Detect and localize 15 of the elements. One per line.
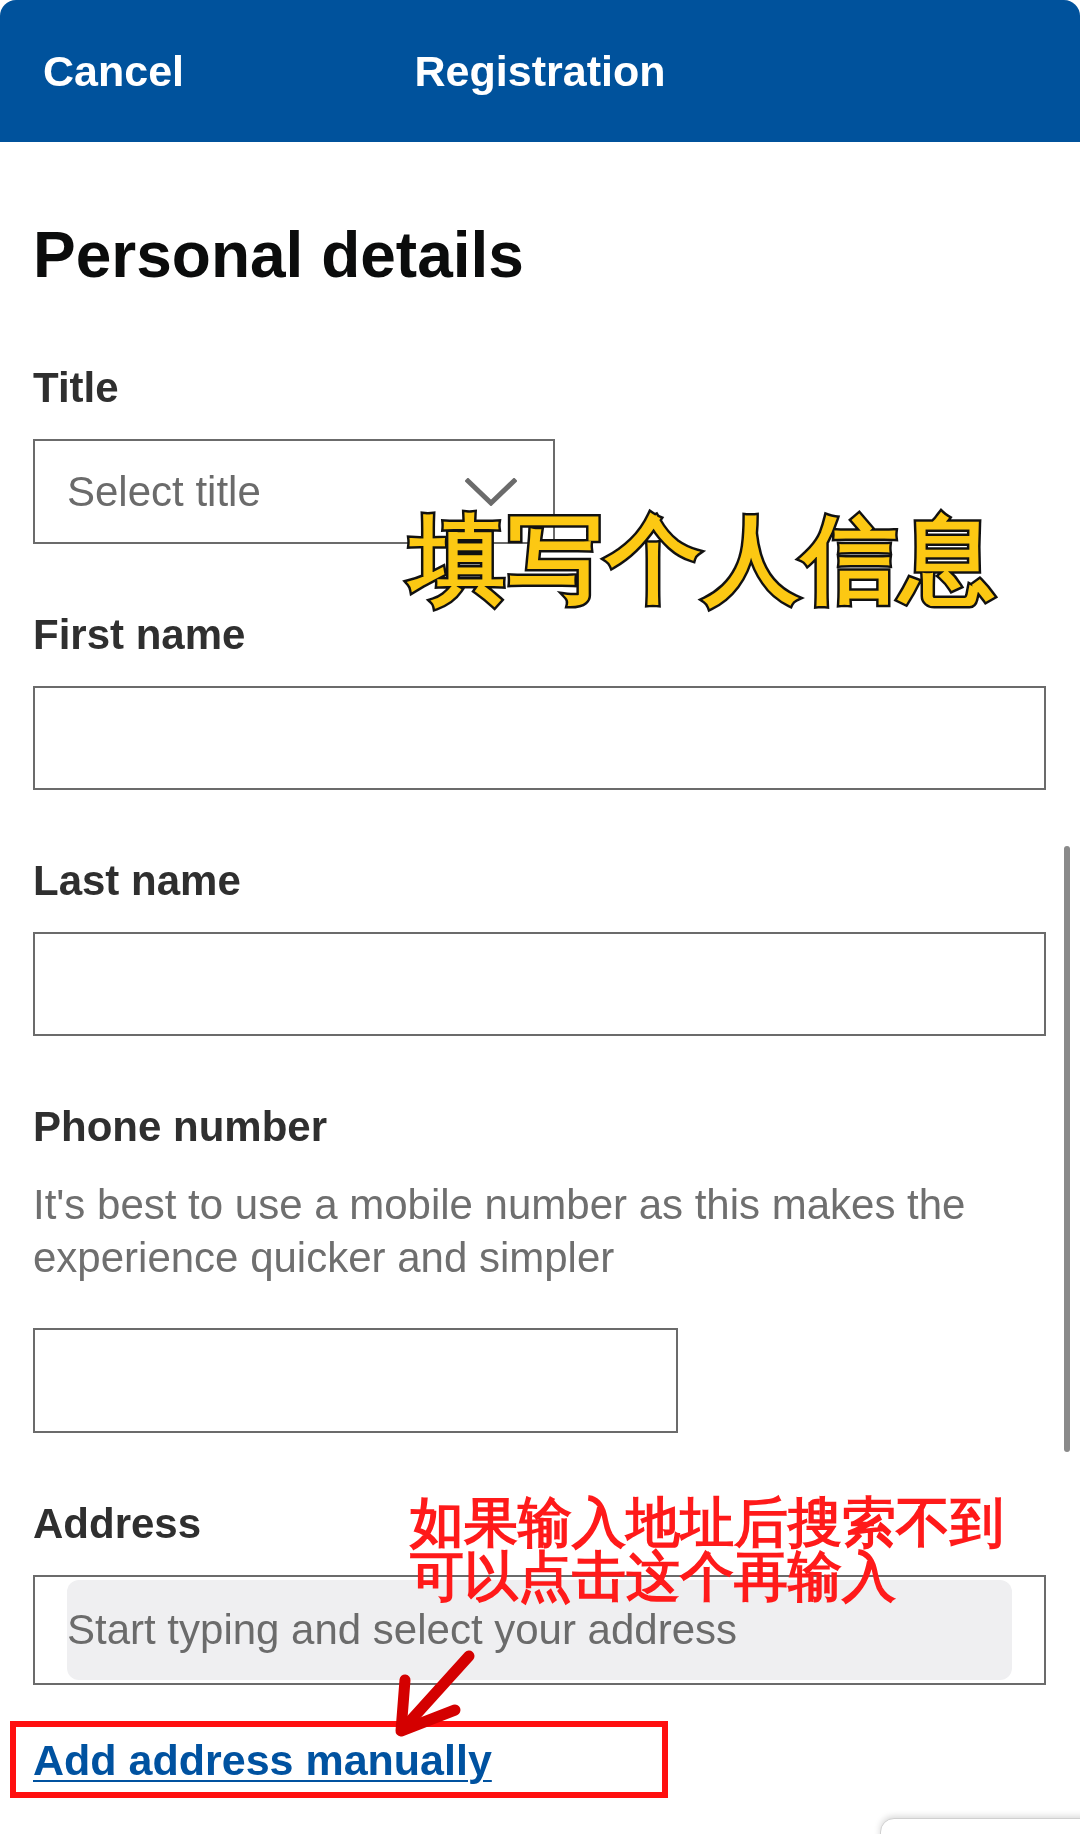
field-label: Title: [33, 363, 119, 413]
text-field[interactable]: [33, 686, 1046, 790]
field-label: Last name: [33, 856, 241, 906]
section-heading: Personal details: [33, 218, 524, 293]
cancel-button[interactable]: Cancel: [43, 45, 184, 97]
scrollbar[interactable]: [1064, 846, 1070, 1452]
field-label: Phone number: [33, 1102, 328, 1152]
text-field[interactable]: [33, 932, 1046, 1036]
field-label: First name: [33, 610, 246, 660]
page-title: Registration: [414, 46, 666, 97]
chevron-down-icon: [465, 477, 517, 506]
field-hint: It's best to use a mobile number as this makes the experience quicker and simpler: [33, 1180, 967, 1283]
field-label: Address: [33, 1499, 202, 1549]
phone-field[interactable]: [33, 1328, 678, 1433]
add-address-manually-link[interactable]: Add address manually: [33, 1734, 492, 1785]
